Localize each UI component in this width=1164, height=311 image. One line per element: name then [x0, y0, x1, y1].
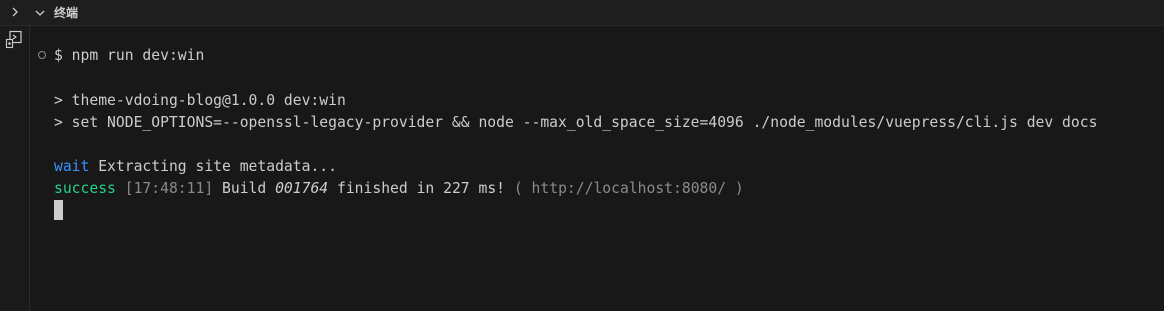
- chevron-down-icon[interactable]: [33, 6, 47, 20]
- panel-header[interactable]: 终端: [0, 0, 1164, 26]
- build-prefix: Build: [213, 180, 276, 197]
- terminal-icon[interactable]: [4, 30, 24, 50]
- wait-tag: wait: [54, 158, 90, 175]
- command-line: $ npm run dev:win: [54, 47, 205, 64]
- script-line-2: > set NODE_OPTIONS=--openssl-legacy-prov…: [54, 114, 1098, 131]
- build-id: 001764: [275, 180, 329, 197]
- side-strip: [0, 26, 30, 311]
- terminal-cursor: [54, 200, 63, 220]
- localhost-link[interactable]: http://localhost:8080/: [532, 180, 727, 197]
- success-time: [17:48:11]: [115, 180, 214, 197]
- chevron-right-icon[interactable]: [8, 5, 22, 19]
- wait-line: wait Extracting site metadata...: [54, 157, 337, 177]
- script-line-1: > theme-vdoing-blog@1.0.0 dev:win: [54, 92, 346, 109]
- panel-title: 终端: [54, 6, 79, 20]
- success-tag: success: [54, 180, 116, 197]
- terminal-panel: 终端 $ npm run dev:win > theme-vdoing-blog…: [0, 0, 1164, 311]
- url-close: ): [726, 180, 744, 197]
- circle-icon: [38, 51, 46, 59]
- success-line: success [17:48:11] Build 001764 finished…: [54, 179, 744, 199]
- url-open: (: [513, 180, 532, 197]
- terminal-output[interactable]: $ npm run dev:win > theme-vdoing-blog@1.…: [30, 26, 1164, 311]
- wait-text: Extracting site metadata...: [89, 158, 337, 175]
- build-suffix: finished in 227 ms!: [328, 180, 514, 197]
